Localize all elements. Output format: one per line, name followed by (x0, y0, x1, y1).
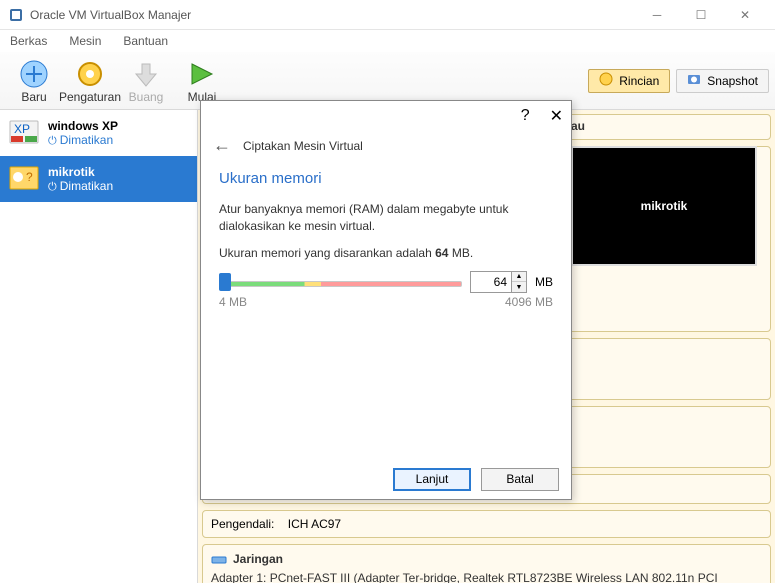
details-tab[interactable]: Rincian (588, 69, 670, 93)
slider-thumb[interactable] (219, 273, 231, 291)
help-icon[interactable]: ? (521, 107, 530, 125)
wizard-title: Ciptakan Mesin Virtual (243, 139, 363, 153)
settings-button[interactable]: Pengaturan (62, 58, 118, 104)
dialog-heading: Ukuran memori (219, 170, 553, 187)
dialog-desc2: Ukuran memori yang disarankan adalah 64 … (219, 245, 553, 262)
controller-value: ICH AC97 (288, 517, 341, 531)
slider-min: 4 MB (219, 295, 247, 309)
dialog-desc1: Atur banyaknya memori (RAM) dalam megaby… (219, 201, 553, 235)
minimize-button[interactable]: ─ (635, 1, 679, 29)
close-button[interactable]: ✕ (723, 1, 767, 29)
start-button[interactable]: Mulai (174, 58, 230, 104)
preview-header: au (571, 119, 585, 133)
settings-label: Pengaturan (59, 90, 121, 104)
slider-max: 4096 MB (505, 295, 553, 309)
new-label: Baru (21, 90, 46, 104)
next-button[interactable]: Lanjut (393, 468, 471, 491)
menu-machine[interactable]: Mesin (65, 32, 105, 50)
new-icon (18, 58, 50, 90)
network-panel: Jaringan Adapter 1: PCnet-FAST III (Adap… (202, 544, 771, 583)
start-icon (186, 58, 218, 90)
menu-help[interactable]: Bantuan (119, 32, 172, 50)
dialog-close-icon[interactable]: ✕ (550, 106, 563, 126)
app-icon (8, 7, 24, 23)
svg-text:XP: XP (14, 122, 30, 136)
vm-state: ⏻ Dimatikan (48, 133, 118, 148)
maximize-button[interactable]: ☐ (679, 1, 723, 29)
vm-item-windows-xp[interactable]: XP windows XP ⏻ Dimatikan (0, 110, 197, 156)
vm-preview: mikrotik (571, 146, 757, 266)
memory-spinbox[interactable]: ▲ ▼ (470, 271, 527, 293)
create-vm-dialog: ? ✕ ← Ciptakan Mesin Virtual Ukuran memo… (200, 100, 572, 500)
discard-icon (130, 58, 162, 90)
spin-up-icon[interactable]: ▲ (512, 272, 526, 282)
network-label: Jaringan (233, 552, 283, 566)
camera-icon (687, 72, 701, 89)
gear-icon (74, 58, 106, 90)
snapshot-tab[interactable]: Snapshot (676, 69, 769, 93)
window-titlebar: Oracle VM VirtualBox Manajer ─ ☐ ✕ (0, 0, 775, 30)
unit-label: MB (535, 275, 553, 289)
controller-label: Pengendali: (211, 517, 274, 531)
svg-text:?: ? (26, 170, 33, 184)
network-icon (211, 551, 227, 567)
details-icon (599, 72, 613, 89)
vm-item-mikrotik[interactable]: ? mikrotik ⏻ Dimatikan (0, 156, 197, 202)
vm-list: XP windows XP ⏻ Dimatikan ? mikrotik ⏻ D… (0, 110, 198, 583)
discard-button: Buang (118, 58, 174, 104)
discard-label: Buang (129, 90, 164, 104)
spin-down-icon[interactable]: ▼ (512, 282, 526, 292)
vm-name: mikrotik (48, 165, 113, 179)
os-icon-other: ? (8, 163, 40, 195)
new-vm-button[interactable]: Baru (6, 58, 62, 104)
details-label: Rincian (619, 74, 659, 88)
menubar: Berkas Mesin Bantuan (0, 30, 775, 52)
adapter-text: Adapter 1: PCnet-FAST III (Adapter Ter-b… (211, 571, 762, 583)
vm-name: windows XP (48, 119, 118, 133)
os-icon-windows: XP (8, 117, 40, 149)
preview-name: mikrotik (641, 199, 688, 213)
back-arrow-icon[interactable]: ← (213, 135, 231, 156)
memory-slider[interactable] (219, 273, 462, 291)
snapshot-label: Snapshot (707, 74, 758, 88)
vm-state: ⏻ Dimatikan (48, 179, 113, 194)
audio-panel: Pengendali: ICH AC97 (202, 510, 771, 538)
memory-input[interactable] (471, 275, 511, 289)
window-title: Oracle VM VirtualBox Manajer (30, 8, 635, 22)
cancel-button[interactable]: Batal (481, 468, 559, 491)
menu-file[interactable]: Berkas (6, 32, 51, 50)
